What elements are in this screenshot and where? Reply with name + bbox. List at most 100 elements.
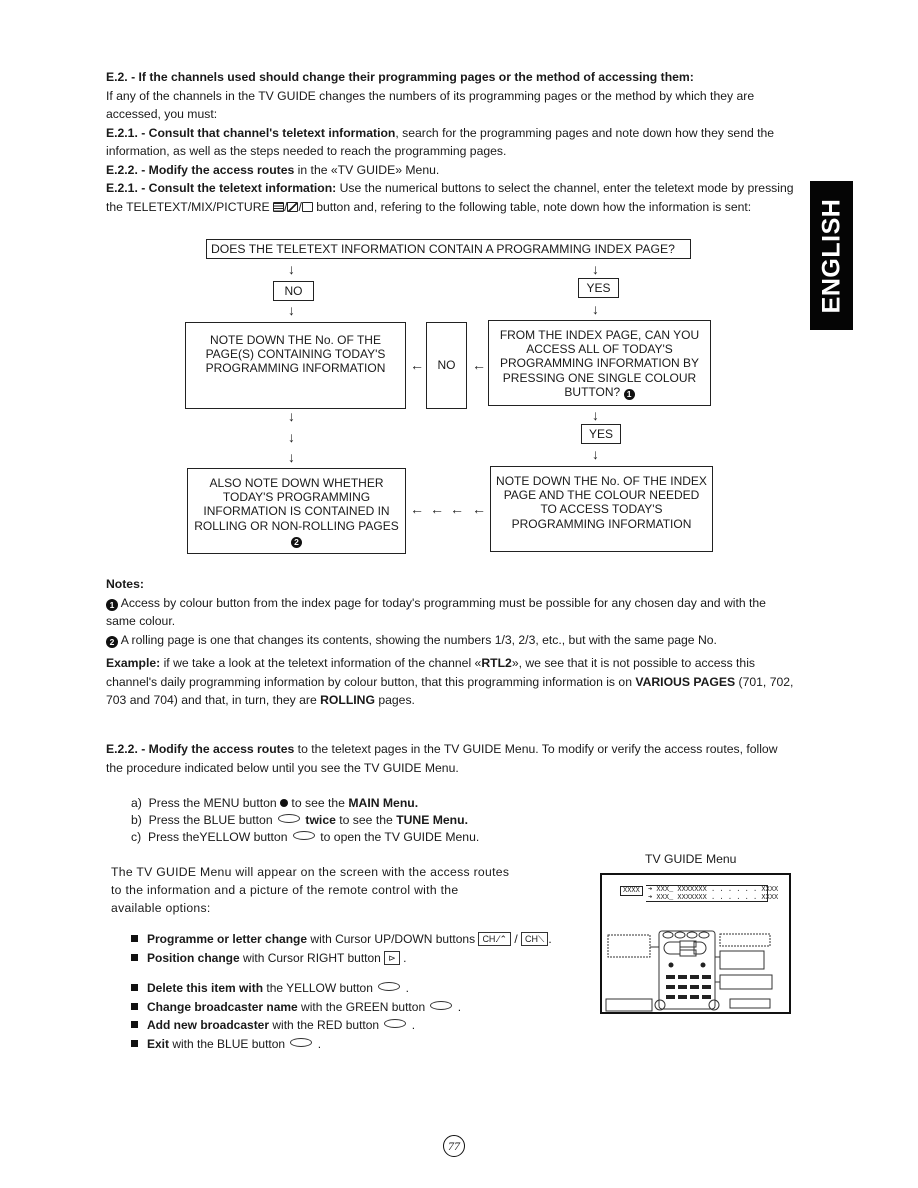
option-change-name: Change broadcaster name with the GREEN b…: [131, 998, 611, 1017]
punctuation: .: [317, 1036, 322, 1051]
callout-box: [719, 950, 765, 970]
arrow-down-icon: ↓: [592, 446, 599, 462]
callout-box: [729, 998, 771, 1009]
step-title: - Consult that channel's teletext inform…: [137, 125, 396, 140]
arrow-left-icon: ←: [472, 501, 486, 517]
remote-key: [690, 975, 699, 979]
yellow-button-icon: [378, 982, 401, 991]
punctuation: .: [457, 999, 462, 1014]
tvguide-intro: The TV GUIDE Menu will appear on the scr…: [111, 865, 510, 915]
mix-icon: [287, 201, 299, 212]
step-emphasis: twice: [305, 813, 336, 827]
notes-title-text: Notes:: [106, 577, 144, 591]
note-1: 1 Access by colour button from the index…: [106, 594, 796, 631]
red-button-icon: [384, 1019, 407, 1028]
step-target: TUNE Menu.: [396, 813, 468, 827]
remote-key: [702, 995, 711, 999]
step-text: Press the MENU button: [148, 796, 281, 810]
language-tab: ENGLISH: [810, 181, 853, 330]
arrow-down-icon: ↓: [592, 407, 599, 423]
step-text: button and, refering to the following ta…: [312, 199, 752, 214]
callout-box: [719, 974, 773, 990]
punctuation: .: [403, 950, 407, 965]
callout-box: [605, 998, 653, 1012]
step-text: in the «TV GUIDE» Menu.: [294, 162, 440, 177]
step-number: E.2.1.: [106, 181, 138, 195]
yellow-button-icon: [292, 831, 315, 840]
remote-button: [700, 962, 706, 968]
remote-button: [698, 931, 710, 939]
flow-middle-no-box: NO: [426, 322, 467, 409]
option-title: Programme or letter change: [147, 932, 308, 946]
bullet-icon: [131, 1002, 138, 1010]
flow-rolling-box: ALSO NOTE DOWN WHETHER TODAY'S PROGRAMMI…: [187, 468, 406, 554]
step-letter: a): [131, 796, 142, 810]
remote-key: [678, 995, 687, 999]
option-text: with the GREEN button: [297, 999, 429, 1014]
arrow-left-icon: ←: [410, 501, 424, 517]
remote-control-picture: [605, 930, 773, 1012]
picture-icon: [301, 201, 313, 212]
step-number: E.2.2.: [106, 162, 138, 177]
flow-no-box: NO: [273, 281, 314, 301]
intro-section: E.2. - If the channels used should chang…: [106, 68, 794, 216]
bullet-icon: [131, 1039, 138, 1047]
punctuation: .: [411, 1018, 416, 1032]
heading-number: E.2.: [106, 70, 128, 84]
remote-key: [702, 975, 711, 979]
procedure-steps: a) Press the MENU button to see the MAIN…: [131, 795, 731, 846]
flow-note-pages-box: NOTE DOWN THE No. OF THE PAGE(S) CONTAIN…: [185, 322, 406, 409]
screen-routes-frame: [646, 885, 768, 902]
step-title: - Consult the teletext information:: [137, 181, 337, 195]
option-exit: Exit with the BLUE button .: [131, 1035, 611, 1054]
blue-button-icon: [278, 814, 300, 823]
remote-key: [666, 995, 675, 999]
green-button-icon: [430, 1000, 453, 1010]
remote-key: [690, 985, 699, 989]
flow-yes2-box: YES: [581, 424, 621, 444]
page-number: 77: [443, 1135, 465, 1157]
arrow-down-icon: ↓: [592, 301, 599, 317]
remote-button: [674, 931, 686, 939]
option-text: with the BLUE button: [169, 1036, 289, 1051]
step-text: to see the: [288, 796, 349, 810]
remote-key: [702, 985, 711, 989]
screen-channel-code: XXXX: [620, 886, 643, 896]
bullet-icon: [131, 984, 138, 991]
punctuation: .: [548, 932, 552, 946]
option-title: Delete this item with: [147, 981, 264, 995]
tvguide-options: Programme or letter change with Cursor U…: [131, 930, 611, 1053]
note-text: A rolling page is one that changes its c…: [118, 632, 717, 647]
callout-box: [607, 934, 651, 958]
remote-key: [666, 975, 675, 979]
option-delete-item: Delete this item with the YELLOW button …: [131, 979, 611, 998]
option-text: with Cursor UP/DOWN buttons: [307, 932, 479, 946]
step-number: E.2.1.: [106, 125, 138, 140]
example-label: Example:: [106, 656, 161, 670]
intro-paragraph: If any of the channels in the TV GUIDE c…: [106, 88, 755, 122]
notes-section: Notes: 1 Access by colour button from th…: [106, 575, 796, 649]
step-consult-teletext: E.2.1. - Consult the teletext informatio…: [106, 179, 794, 216]
remote-left-key: [663, 941, 681, 955]
footnote-marker-1: 1: [106, 598, 118, 611]
section-number: E.2.2.: [106, 742, 138, 756]
option-text: with the RED button: [269, 1018, 383, 1032]
step-title: - Modify the access routes: [137, 162, 295, 177]
option-text: the YELLOW button: [263, 981, 377, 995]
channel-name: RTL2: [481, 656, 512, 670]
remote-key: [678, 985, 687, 989]
flow-yes-box: YES: [578, 278, 619, 298]
arrow-left-icon: ←: [410, 357, 424, 373]
procedure-step-c: c) Press theYELLOW button to open the TV…: [131, 829, 731, 846]
option-title: Add new broadcaster: [147, 1018, 270, 1032]
arrow-left-icon: ←: [450, 501, 464, 517]
procedure-step-a: a) Press the MENU button to see the MAIN…: [131, 795, 731, 812]
arrow-down-icon: ↓: [288, 261, 295, 277]
arrow-down-icon: ↓: [288, 449, 295, 465]
option-title: Exit: [147, 1036, 170, 1051]
ch-up-button-icon: CH.⁄⌃: [478, 932, 511, 946]
teletext-icon: [273, 201, 285, 212]
arrow-down-icon: ↓: [288, 302, 295, 318]
step-letter: b): [131, 813, 142, 827]
section-title: - Modify the access routes: [137, 742, 295, 756]
